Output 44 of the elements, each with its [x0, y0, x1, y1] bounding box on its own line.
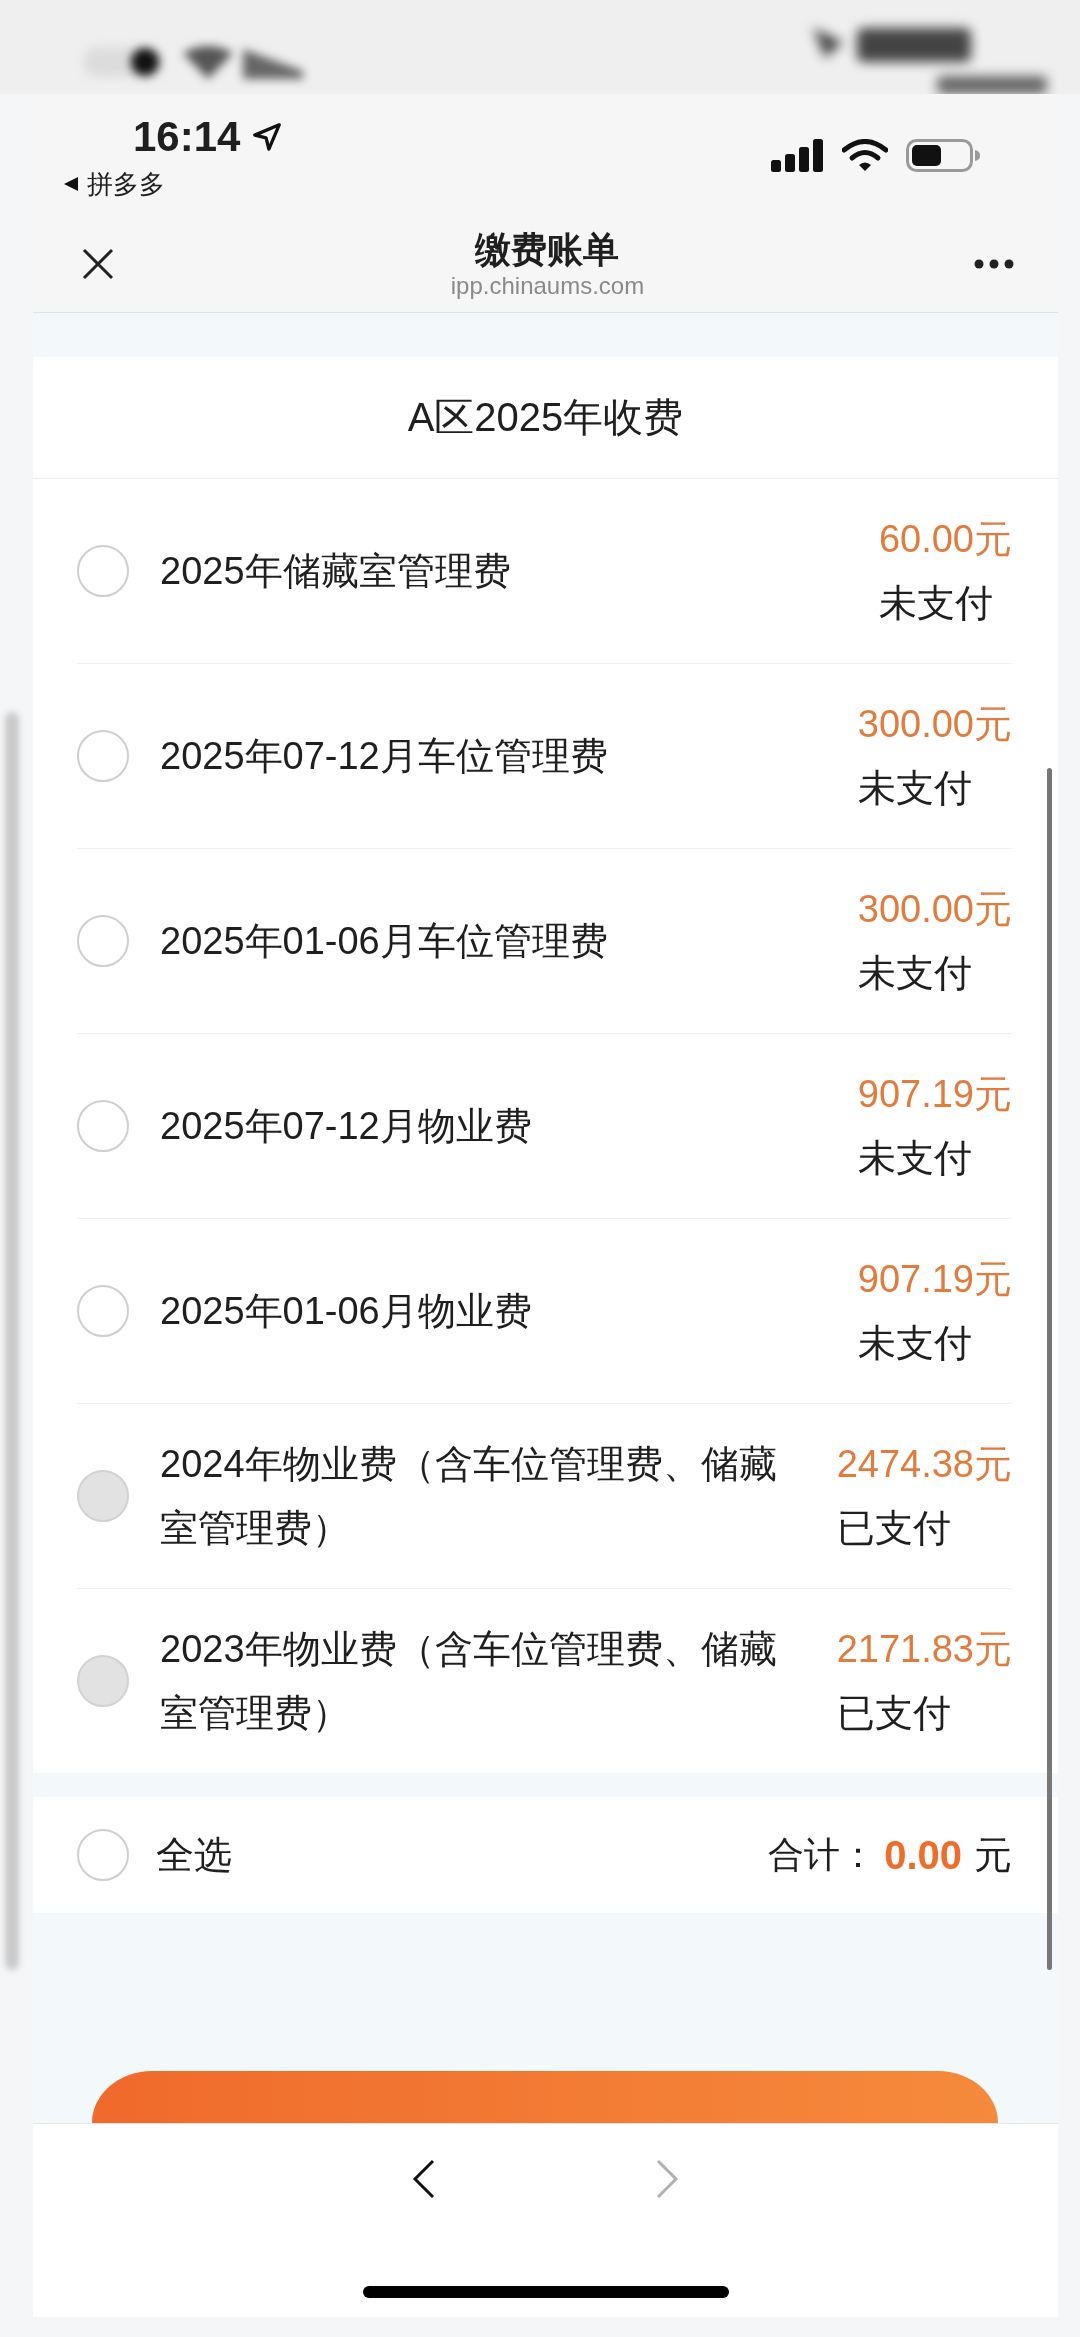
payment-status: 已支付	[836, 1506, 951, 1551]
payment-status: 未支付	[857, 1321, 972, 1366]
payment-status: 已支付	[836, 1691, 951, 1736]
bill-amount: 2474.38元	[836, 1442, 1012, 1487]
bill-name: 2025年07-12月物业费	[160, 1104, 533, 1149]
radio-button[interactable]	[77, 1100, 129, 1152]
radio-button[interactable]	[77, 1829, 129, 1881]
location-arrow-icon	[252, 122, 283, 152]
payment-status: 未支付	[878, 581, 993, 626]
section-title: A区2025年收费	[407, 394, 684, 441]
bill-amount: 907.19元	[857, 1072, 1012, 1117]
payment-status: 未支付	[857, 951, 972, 996]
bill-amount: 60.00元	[878, 517, 1012, 562]
ellipsis-icon[interactable]	[974, 258, 1014, 269]
bill-name: 2024年物业费（含车位管理费、储藏室管理费）	[160, 1442, 778, 1551]
signal-bars-icon	[771, 138, 824, 172]
back-app-label[interactable]: 拼多多	[87, 166, 165, 202]
payment-status: 未支付	[857, 1136, 972, 1181]
bill-amount: 300.00元	[857, 887, 1012, 932]
bill-amount: 2171.83元	[836, 1627, 1012, 1672]
wifi-icon	[842, 138, 888, 172]
select-all-label[interactable]: 全选	[156, 1829, 232, 1881]
clock-time: 16:14	[133, 112, 241, 162]
bill-name: 2025年01-06月物业费	[160, 1289, 533, 1334]
total-amount: 0.00	[884, 1832, 962, 1878]
radio-button[interactable]	[77, 730, 129, 782]
radio-button[interactable]	[77, 915, 129, 967]
page-title: 缴费账单	[475, 227, 620, 272]
payment-status: 未支付	[857, 766, 972, 811]
chevron-left-icon[interactable]	[412, 2159, 436, 2199]
page-url: ipp.chinaums.com	[450, 271, 645, 300]
total-label: 合计：	[768, 1832, 877, 1877]
battery-icon	[906, 138, 981, 172]
triangle-left-icon[interactable]	[63, 176, 79, 192]
bill-name: 2025年07-12月车位管理费	[160, 734, 609, 779]
currency-unit: 元	[974, 1832, 1012, 1878]
bill-name: 2023年物业费（含车位管理费、储藏室管理费）	[160, 1627, 778, 1736]
bill-amount: 300.00元	[857, 702, 1012, 747]
bill-name: 2025年储藏室管理费	[160, 549, 512, 594]
bill-name: 2025年01-06月车位管理费	[160, 919, 609, 964]
bill-amount: 907.19元	[857, 1257, 1012, 1302]
radio-button[interactable]	[77, 545, 129, 597]
close-icon[interactable]	[81, 246, 115, 281]
radio-button[interactable]	[77, 1285, 129, 1337]
